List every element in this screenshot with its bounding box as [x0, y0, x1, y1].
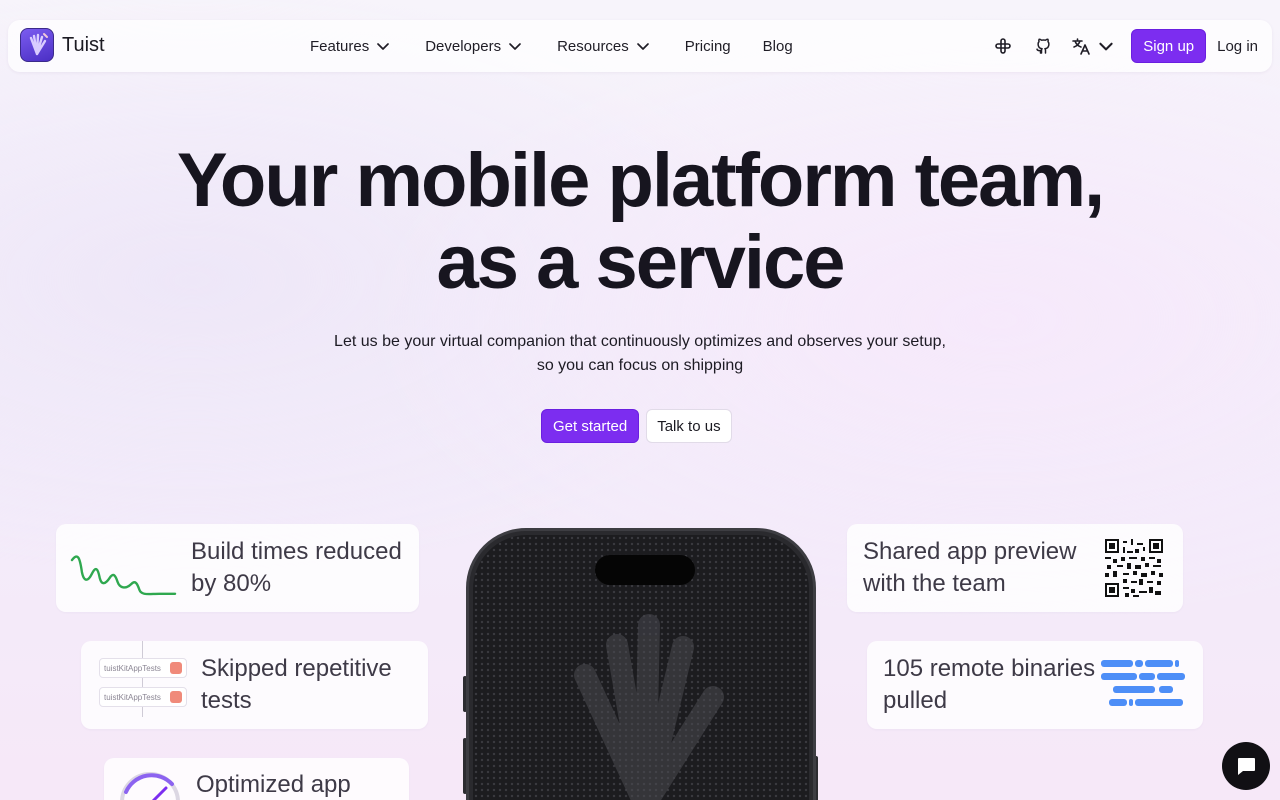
nav-actions: Sign up Log in — [983, 20, 1264, 72]
skipped-tests-text: Skipped repetitive tests — [201, 655, 392, 714]
binary-block — [1175, 660, 1179, 667]
github-icon[interactable] — [1023, 26, 1063, 66]
binary-block — [1113, 686, 1155, 693]
binary-block — [1129, 699, 1133, 706]
test-chip-label: tuistKitAppTests — [104, 663, 161, 673]
brand-link[interactable]: Tuist — [20, 28, 105, 62]
binary-blocks-icon — [1101, 660, 1191, 710]
binary-block — [1145, 660, 1173, 667]
qr-code-icon — [1105, 539, 1163, 597]
tuist-logo-icon — [20, 28, 54, 62]
hero-title-line-1: Your mobile platform team, — [176, 138, 1105, 223]
chevron-down-icon — [509, 43, 521, 50]
feature-card-shared-preview: Shared app preview with the team — [847, 524, 1183, 612]
hero-title: Your mobile platform team, as a service — [0, 140, 1280, 304]
gauge-icon — [120, 772, 180, 800]
signup-button[interactable]: Sign up — [1131, 29, 1207, 63]
menu-developers-label: Developers — [425, 37, 502, 55]
build-time-sparkline-icon — [70, 555, 177, 596]
language-selector[interactable] — [1063, 36, 1123, 56]
feature-card-build-times: Build times reduced by 80% — [56, 524, 419, 612]
menu-features[interactable]: Features — [302, 20, 399, 72]
chevron-down-icon — [1099, 42, 1113, 51]
get-started-button[interactable]: Get started — [541, 409, 640, 443]
skip-icon — [170, 662, 182, 674]
menu-resources-label: Resources — [557, 37, 629, 55]
tuist-hand-logo-icon — [574, 614, 724, 800]
feature-card-skipped-tests: tuistKitAppTests tuistKitAppTests Skippe… — [81, 641, 428, 729]
skipped-tests-illustration: tuistKitAppTests tuistKitAppTests — [97, 641, 197, 729]
brand-name: Tuist — [62, 33, 105, 56]
test-chip-label: tuistKitAppTests — [104, 692, 161, 702]
shared-preview-text: Shared app preview with the team — [863, 538, 1077, 597]
dynamic-island — [595, 555, 695, 585]
translate-icon — [1072, 38, 1091, 55]
menu-developers[interactable]: Developers — [417, 20, 531, 72]
top-navbar: Tuist Features Developers Resources Pric… — [8, 20, 1272, 72]
slack-icon[interactable] — [983, 26, 1023, 66]
phone-mockup — [466, 528, 816, 800]
menu-blog[interactable]: Blog — [755, 20, 801, 72]
remote-binaries-text: 105 remote binaries pulled — [883, 655, 1096, 714]
menu-resources[interactable]: Resources — [549, 20, 659, 72]
binary-block — [1139, 673, 1155, 680]
binary-block — [1109, 699, 1127, 706]
phone-screen — [473, 535, 809, 800]
hero-cta-group: Get started Talk to us — [541, 409, 732, 443]
feature-card-optimized-app: Optimized app — [104, 758, 409, 800]
menu-features-label: Features — [310, 37, 370, 55]
binary-block — [1159, 686, 1173, 693]
chat-widget-button[interactable] — [1222, 742, 1270, 790]
binary-block — [1135, 660, 1143, 667]
hero-title-line-2: as a service — [436, 220, 845, 305]
feature-card-remote-binaries: 105 remote binaries pulled — [867, 641, 1203, 729]
build-times-text: Build times reduced by 80% — [191, 538, 402, 597]
binary-block — [1157, 673, 1185, 680]
menu-pricing-label: Pricing — [684, 37, 731, 55]
talk-to-us-button[interactable]: Talk to us — [646, 409, 732, 443]
binary-block — [1135, 699, 1183, 706]
menu-pricing[interactable]: Pricing — [677, 20, 739, 72]
test-chip: tuistKitAppTests — [99, 687, 187, 707]
login-link[interactable]: Log in — [1206, 38, 1264, 55]
optimized-app-text: Optimized app — [196, 771, 351, 798]
chevron-down-icon — [377, 43, 390, 50]
test-chip: tuistKitAppTests — [99, 658, 187, 678]
menu-blog-label: Blog — [762, 37, 793, 55]
binary-block — [1101, 660, 1133, 667]
skip-icon — [170, 691, 182, 703]
binary-block — [1101, 673, 1137, 680]
chat-bubble-icon — [1238, 758, 1255, 775]
chevron-down-icon — [636, 43, 649, 50]
main-menu: Features Developers Resources Pricing Bl… — [302, 20, 801, 72]
hero-subtitle: Let us be your virtual companion that co… — [334, 333, 946, 374]
